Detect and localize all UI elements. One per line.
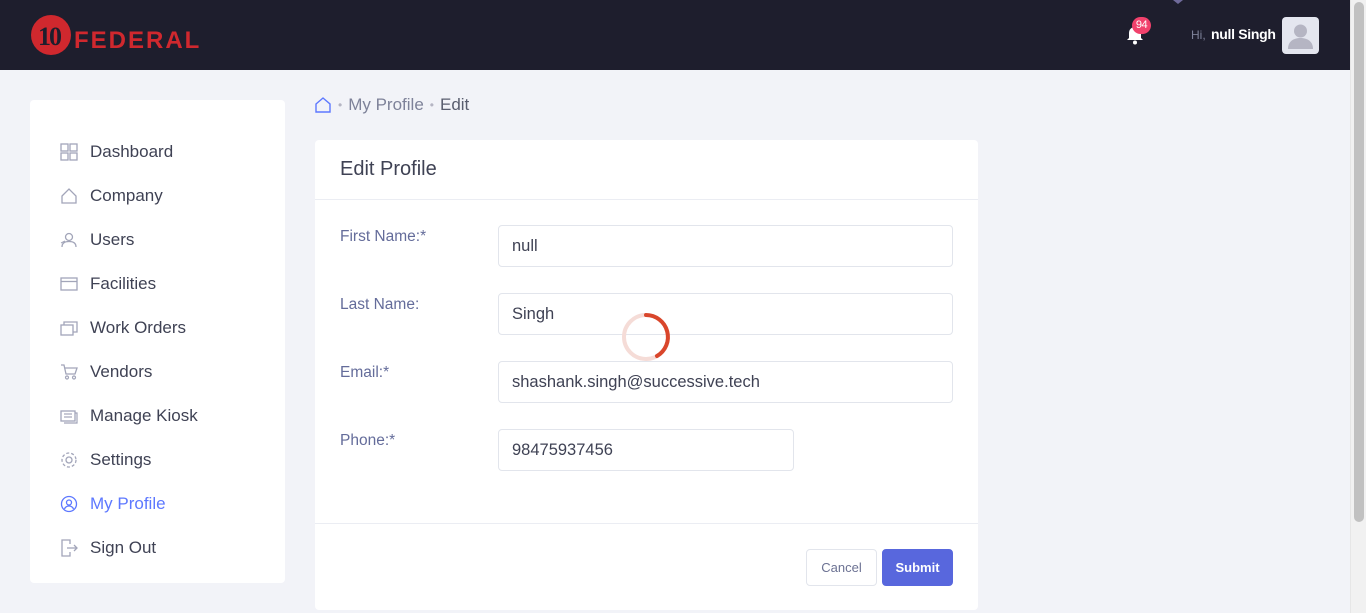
sidebar-item-manage-kiosk[interactable]: Manage Kiosk bbox=[60, 404, 198, 428]
sidebar-item-vendors[interactable]: Vendors bbox=[60, 360, 152, 384]
sidebar-item-dashboard[interactable]: Dashboard bbox=[60, 140, 173, 164]
sidebar-item-facilities[interactable]: Facilities bbox=[60, 272, 156, 296]
sidebar-item-company[interactable]: Company bbox=[60, 184, 163, 208]
notifications-button[interactable]: 94 bbox=[1124, 17, 1151, 46]
sign-out-icon bbox=[60, 539, 78, 557]
phone-field[interactable] bbox=[498, 429, 794, 471]
home-icon bbox=[60, 187, 78, 205]
sidebar-item-label: Vendors bbox=[90, 362, 153, 381]
first-name-field[interactable] bbox=[498, 225, 953, 267]
sidebar: Dashboard Company Users Facilities Work … bbox=[30, 100, 285, 583]
cancel-button[interactable]: Cancel bbox=[806, 549, 877, 586]
avatar[interactable] bbox=[1282, 17, 1319, 54]
breadcrumb-my-profile[interactable]: My Profile bbox=[348, 95, 424, 115]
phone-label: Phone:* bbox=[340, 432, 396, 449]
sidebar-item-label: My Profile bbox=[90, 494, 166, 513]
scrollbar-thumb[interactable] bbox=[1354, 2, 1364, 522]
users-icon bbox=[60, 231, 78, 249]
last-name-field[interactable] bbox=[498, 293, 953, 335]
first-name-label: First Name:* bbox=[340, 228, 427, 245]
avatar-user-icon bbox=[1288, 24, 1313, 49]
email-field[interactable] bbox=[498, 361, 953, 403]
sidebar-item-label: Company bbox=[90, 186, 163, 205]
sidebar-item-label: Sign Out bbox=[90, 538, 157, 557]
card-footer-divider bbox=[315, 523, 978, 524]
dashboard-icon bbox=[60, 143, 78, 161]
gear-icon bbox=[60, 451, 78, 469]
breadcrumb-home-icon[interactable] bbox=[314, 96, 332, 114]
logo-text: FEDERAL bbox=[74, 27, 201, 54]
submit-button[interactable]: Submit bbox=[882, 549, 953, 586]
sidebar-item-my-profile[interactable]: My Profile bbox=[60, 492, 166, 516]
sidebar-item-work-orders[interactable]: Work Orders bbox=[60, 316, 186, 340]
edit-profile-card: Edit Profile First Name:* Last Name: Ema… bbox=[315, 140, 978, 610]
sidebar-item-label: Facilities bbox=[90, 274, 157, 293]
breadcrumb: • My Profile • Edit bbox=[314, 94, 469, 116]
dropdown-caret-icon bbox=[1173, 0, 1183, 4]
sidebar-item-label: Manage Kiosk bbox=[90, 406, 198, 425]
loading-spinner-icon bbox=[620, 311, 672, 363]
page-title: Edit Profile bbox=[340, 158, 437, 180]
sidebar-item-label: Work Orders bbox=[90, 318, 187, 337]
breadcrumb-separator: • bbox=[429, 98, 434, 112]
card-header: Edit Profile bbox=[315, 140, 978, 200]
sidebar-item-sign-out[interactable]: Sign Out bbox=[60, 536, 156, 560]
sidebar-item-users[interactable]: Users bbox=[60, 228, 134, 252]
facilities-icon bbox=[60, 275, 78, 293]
federal-logo[interactable]: 10 FEDERAL bbox=[30, 14, 230, 56]
cart-icon bbox=[60, 363, 78, 381]
sidebar-item-label: Settings bbox=[90, 450, 152, 469]
notification-badge: 94 bbox=[1132, 17, 1151, 34]
top-navbar: 10 FEDERAL 94 Hi, null Singh bbox=[0, 0, 1350, 70]
work-orders-icon bbox=[60, 319, 78, 337]
email-label: Email:* bbox=[340, 364, 390, 381]
sidebar-item-settings[interactable]: Settings bbox=[60, 448, 151, 472]
sidebar-item-label: Dashboard bbox=[90, 142, 174, 161]
kiosk-icon bbox=[60, 407, 78, 425]
last-name-label: Last Name: bbox=[340, 296, 420, 313]
page-scrollbar[interactable] bbox=[1350, 0, 1366, 613]
breadcrumb-separator: • bbox=[338, 98, 343, 112]
breadcrumb-edit: Edit bbox=[439, 95, 470, 114]
user-name[interactable]: null Singh bbox=[1211, 26, 1276, 42]
sidebar-item-label: Users bbox=[90, 230, 135, 249]
logo-mark: 10 FEDERAL bbox=[31, 15, 201, 55]
logo-number: 10 bbox=[38, 22, 62, 51]
greeting-prefix: Hi, bbox=[1191, 28, 1206, 42]
user-circle-icon bbox=[60, 495, 78, 513]
